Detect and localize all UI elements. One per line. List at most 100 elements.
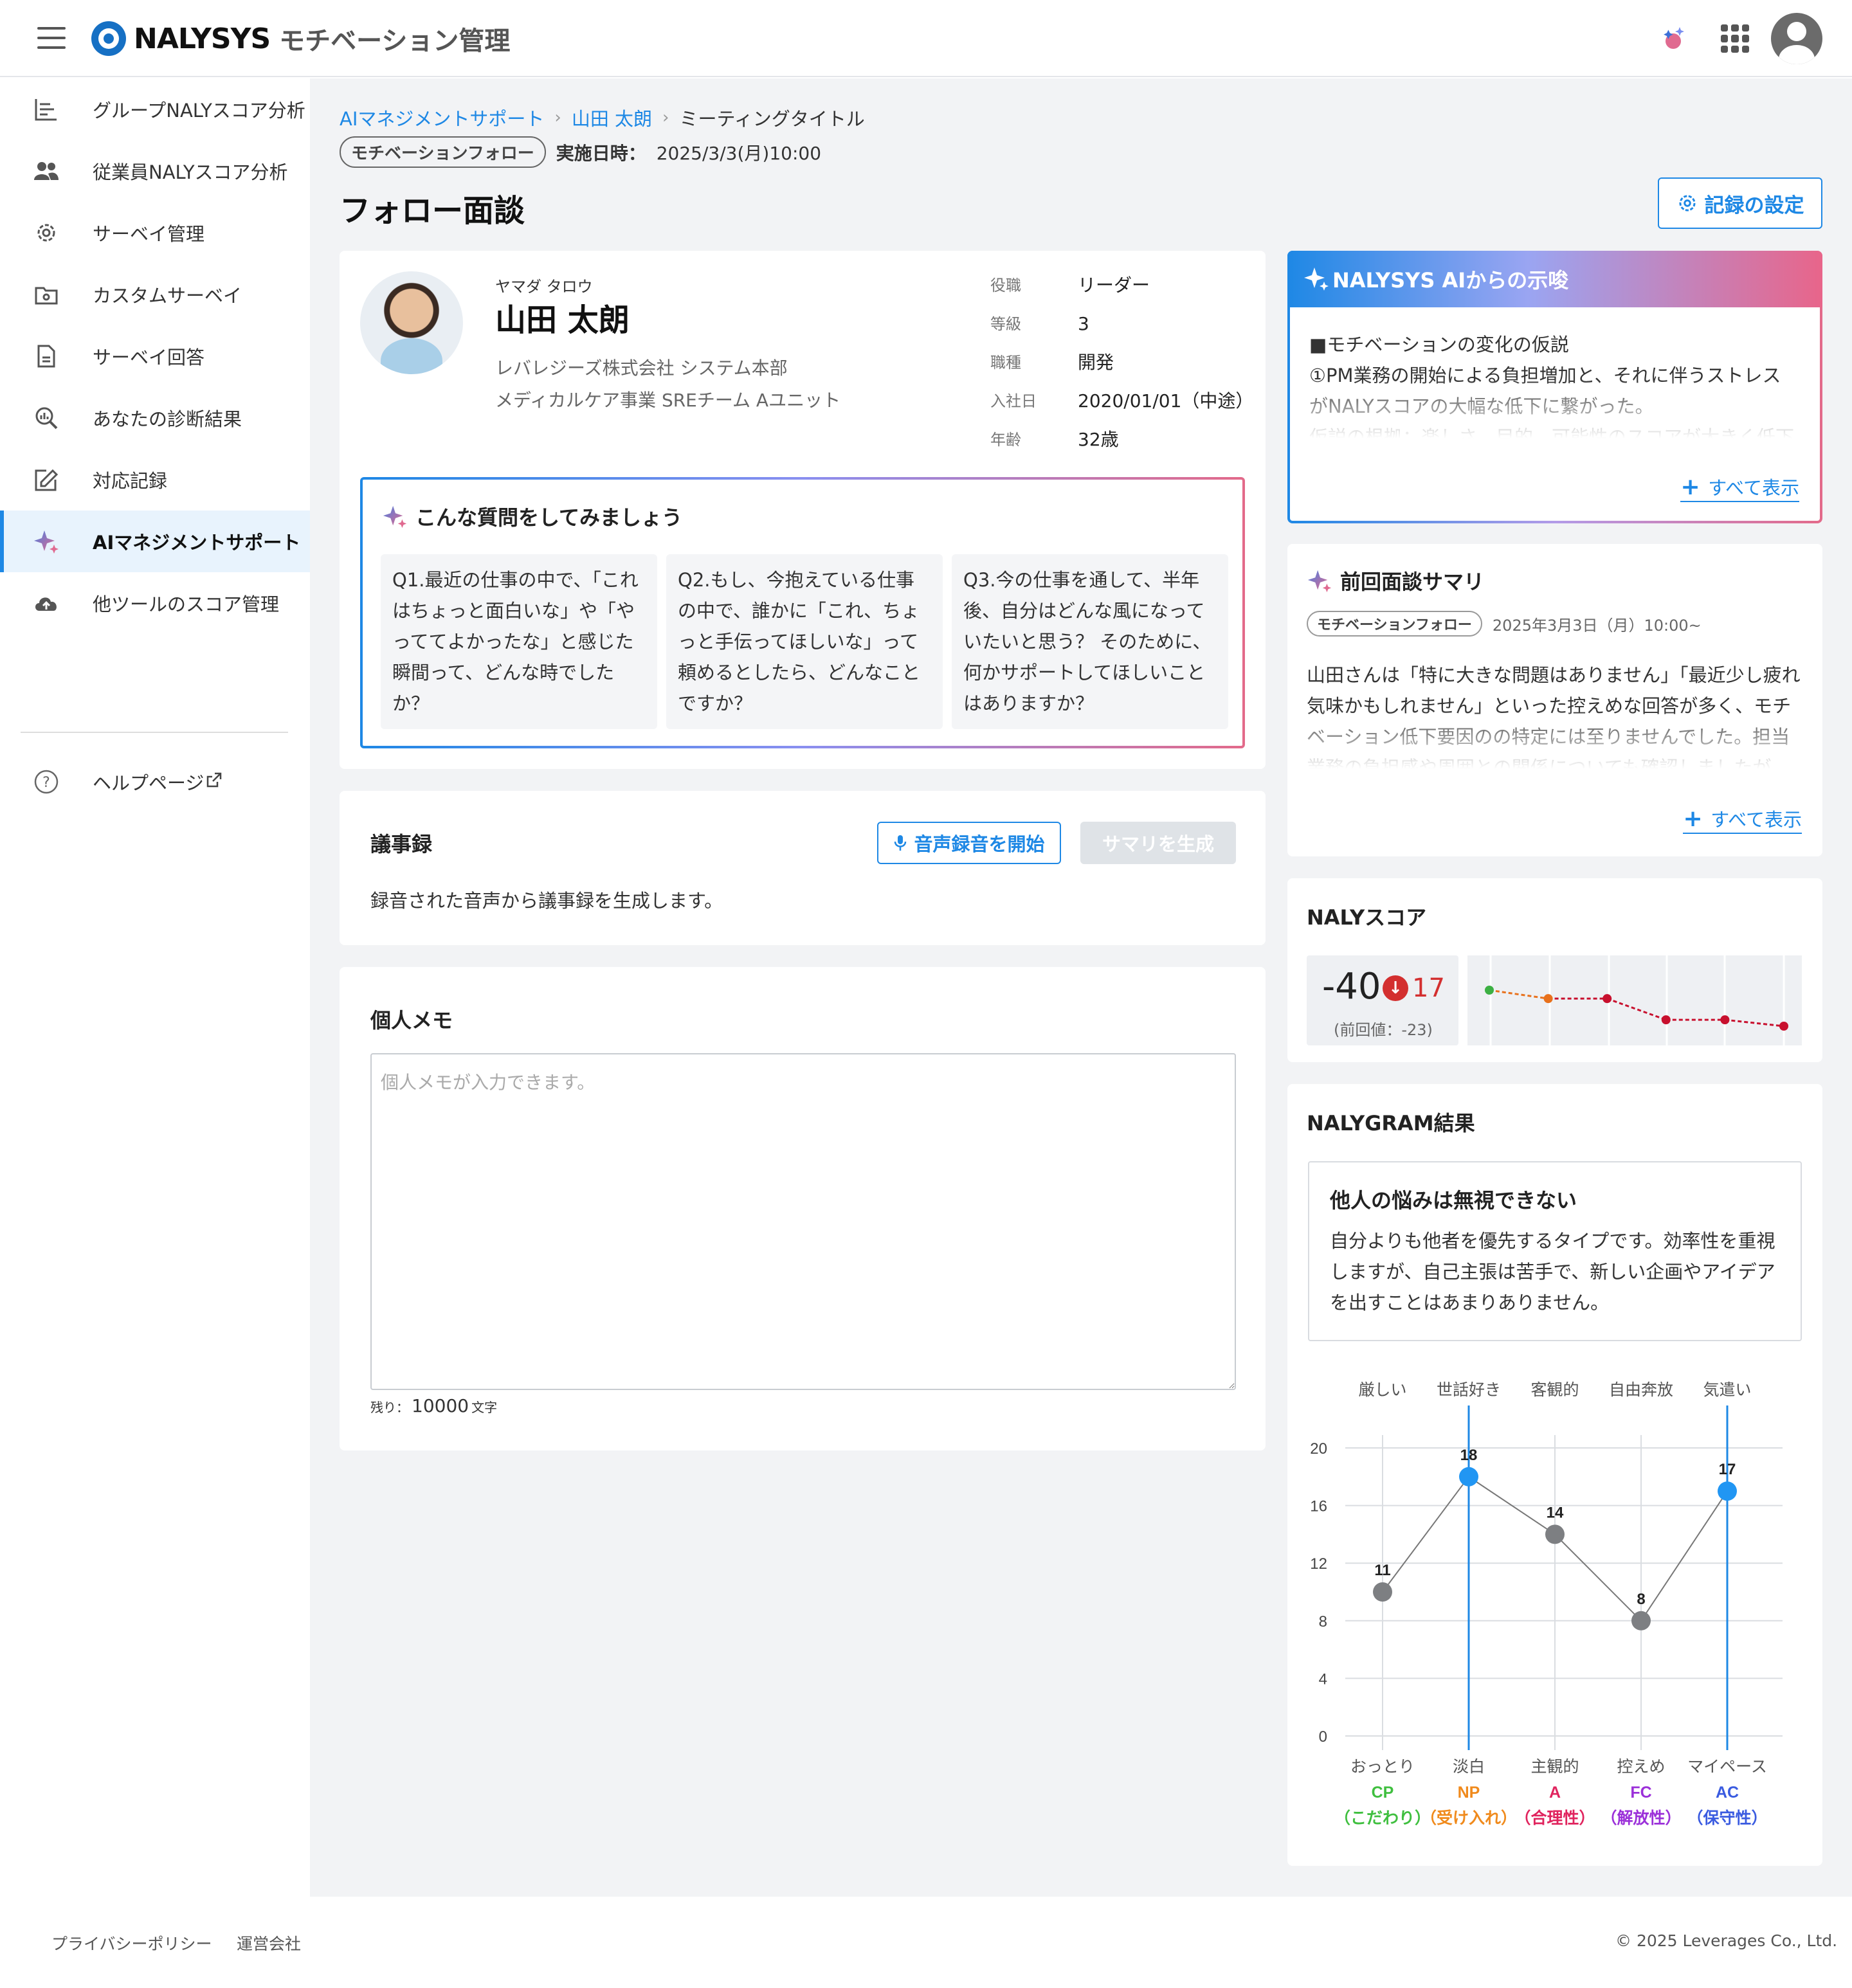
ai-line: ①PM業務の開始による負担増加と、それに伴うストレスがNALYスコアの大幅な低下… (1309, 365, 1781, 417)
bottom-label: 控えめ (1617, 1758, 1665, 1776)
memo-char-count: 残り： 10000 文字 (370, 1395, 497, 1416)
attr-key: 役職 (990, 276, 1021, 294)
breadcrumb-link-ai-support[interactable]: AIマネジメントサポート (340, 104, 544, 131)
sidebar-item-other-tools[interactable]: 他ツールのスコア管理 (0, 572, 310, 634)
data-point (1459, 1467, 1478, 1486)
nalygram-title: NALYGRAM結果 (1307, 1111, 1475, 1135)
sparkle-icon (32, 527, 60, 556)
privacy-policy-link[interactable]: プライバシーポリシー (51, 1931, 212, 1955)
apps-grid-icon[interactable] (1721, 24, 1749, 53)
remaining-label: 残り： (370, 1400, 409, 1415)
top-label: 厳しい (1358, 1381, 1406, 1399)
category-code: NP (1458, 1784, 1480, 1802)
question-item: Q1.最近の仕事の中で、「これはちょっと面白いな」や「やっててよかったな」と感じ… (381, 554, 657, 729)
sidebar-item-survey-management[interactable]: サーベイ管理 (0, 202, 310, 264)
bar-chart-icon (32, 95, 60, 123)
department-line-2: メディカルケア事業 SREチーム Aユニット (495, 390, 841, 411)
user-avatar[interactable] (1771, 13, 1822, 64)
page-title: フォロー面談 (340, 193, 525, 229)
start-recording-button[interactable]: 音声録音を開始 (877, 822, 1061, 864)
meeting-type-tag: モチベーションフォロー (340, 136, 546, 168)
generate-summary-button[interactable]: サマリを生成 (1080, 822, 1236, 864)
menu-icon[interactable] (37, 27, 66, 49)
date-label: 実施日時： (556, 142, 646, 164)
sidebar-item-label: サーベイ管理 (93, 223, 205, 245)
logo-product: モチベーション管理 (279, 26, 511, 56)
external-link-icon (206, 772, 222, 791)
attr-key: 等級 (990, 315, 1021, 333)
ai-suggestion-header: NALYSYS AIからの示唆 (1287, 251, 1822, 307)
data-point (1631, 1611, 1651, 1631)
sparkline-bg (1467, 955, 1802, 1045)
sidebar-item-ai-support[interactable]: AIマネジメントサポート (0, 511, 310, 572)
cloud-upload-icon (32, 589, 60, 617)
attr-join-date: 入社日 2020/01/01（中途） (990, 388, 1260, 414)
sidebar-item-label: カスタムサーベイ (93, 285, 242, 307)
logo-brand: NALYSYS (134, 22, 271, 55)
sidebar-item-survey-answers[interactable]: サーベイ回答 (0, 325, 310, 387)
category-code: AC (1716, 1784, 1739, 1802)
sidebar-item-help[interactable]: ? ヘルプページ (0, 751, 310, 813)
ai-suggestion-body: ■モチベーションの変化の仮説 ①PM業務の開始による負担増加と、それに伴うストレ… (1309, 329, 1798, 438)
y-tick-label: 12 (1310, 1555, 1327, 1573)
sparkline-point (1661, 1015, 1671, 1025)
logo-mark-icon (91, 21, 126, 56)
chevron-right-icon: › (554, 108, 561, 127)
y-tick-label: 16 (1310, 1498, 1327, 1515)
company-link[interactable]: 運営会社 (237, 1931, 301, 1955)
score-change-value: 17 (1412, 973, 1445, 1003)
minutes-card: 議事録 音声録音を開始 サマリを生成 録音された音声から議事録を生成します。 (340, 791, 1266, 945)
breadcrumb-current: ミーティングタイトル (679, 108, 865, 130)
ai-show-all-link[interactable]: + すべて表示 (1680, 474, 1799, 502)
meeting-date: 2025/3/3(月)10:00 (656, 142, 822, 164)
attr-value: 開発 (1078, 352, 1114, 373)
question-item: Q3.今の仕事を通して、半年後、自分はどんな風になっていたいと思う？ そのために… (952, 554, 1228, 729)
sidebar-item-employee-score[interactable]: 従業員NALYスコア分析 (0, 140, 310, 202)
profile-card: ヤマダ タロウ 山田 太朗 レバレジーズ株式会社 システム本部 メディカルケア事… (340, 251, 1266, 769)
data-point (1545, 1524, 1565, 1544)
sidebar-item-custom-survey[interactable]: カスタムサーベイ (0, 264, 310, 325)
bottom-label: 主観的 (1530, 1758, 1579, 1776)
sidebar-item-group-score[interactable]: グループNALYスコア分析 (0, 78, 310, 140)
logo[interactable]: NALYSYS モチベーション管理 (91, 18, 510, 59)
ai-chat-icon[interactable] (1660, 26, 1686, 51)
breadcrumb-link-employee[interactable]: 山田 太朗 (572, 104, 652, 131)
nalygram-chart: 0 4 8 12 16 20 厳しいおっとり CP （こだわり） 世話好き淡白 NP （受け入れ） 客観… (1310, 1381, 1783, 1827)
y-tick-label: 20 (1310, 1440, 1327, 1458)
gear-icon (1678, 195, 1696, 212)
suggested-questions: こんな質問をしてみましょう Q1.最近の仕事の中で、「これはちょっと面白いな」や… (360, 477, 1245, 748)
copyright: © 2025 Leverages Co., Ltd. (1615, 1931, 1838, 1950)
score-trend-sparkline (1467, 955, 1802, 1045)
sidebar: グループNALYスコア分析 従業員NALYスコア分析 サーベイ管理 カスタムサー… (0, 78, 310, 1897)
sparkle-icon (1304, 267, 1329, 291)
naly-score-card: NALYスコア -40 ↓ 17 (前回値：-23) (1287, 878, 1822, 1062)
nalygram-card: NALYGRAM結果 他人の悩みは無視できない 自分よりも他者を優先するタイプで… (1287, 1084, 1822, 1866)
edit-icon (32, 465, 60, 494)
sparkline-point (1720, 1015, 1730, 1025)
attr-key: 入社日 (990, 392, 1037, 410)
record-settings-button[interactable]: 記録の設定 (1658, 177, 1822, 229)
employee-kana: ヤマダ タロウ (495, 278, 593, 296)
top-label: 客観的 (1530, 1381, 1579, 1399)
ai-suggestion-card: NALYSYS AIからの示唆 ■モチベーションの変化の仮説 ①PM業務の開始に… (1287, 251, 1822, 523)
nalygram-type-title: 他人の悩みは無視できない (1330, 1188, 1577, 1213)
employee-photo (360, 271, 463, 374)
category-name: （保守性） (1687, 1809, 1767, 1827)
sidebar-item-label: AIマネジメントサポート (93, 532, 301, 554)
top-label: 自由奔放 (1609, 1381, 1673, 1399)
minutes-description: 録音された音声から議事録を生成します。 (370, 890, 723, 912)
help-icon: ? (32, 768, 60, 796)
bottom-label: マイペース (1687, 1758, 1767, 1776)
microphone-icon (894, 835, 907, 851)
memo-title: 個人メモ (370, 1008, 453, 1033)
data-label: 8 (1637, 1591, 1645, 1608)
memo-textarea[interactable] (370, 1053, 1236, 1390)
top-label: 気遣い (1703, 1381, 1751, 1399)
attr-value: 2020/01/01（中途） (1078, 390, 1254, 411)
sidebar-item-records[interactable]: 対応記録 (0, 449, 310, 511)
summary-show-all-link[interactable]: + すべて表示 (1683, 806, 1802, 834)
sidebar-item-diagnosis[interactable]: あなたの診断結果 (0, 387, 310, 449)
nalygram-type-box: 他人の悩みは無視できない 自分よりも他者を優先するタイプです。効率性を重視します… (1308, 1161, 1802, 1341)
help-label: ヘルプページ (93, 772, 204, 794)
show-all-label: すべて表示 (1708, 477, 1799, 499)
